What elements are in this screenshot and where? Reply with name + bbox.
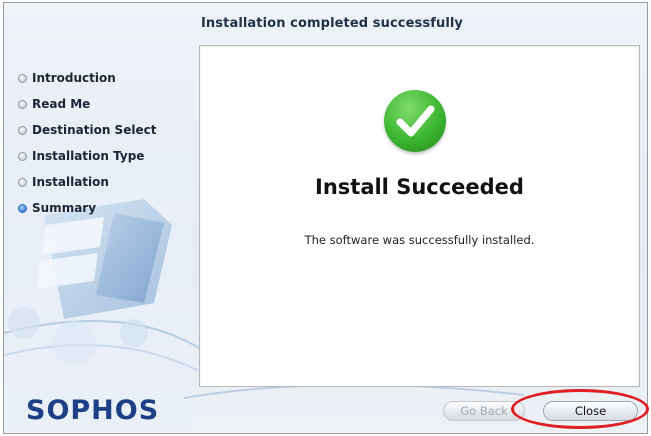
close-button[interactable]: Close: [543, 401, 638, 421]
sophos-logo: SOPHOS: [26, 395, 160, 426]
step-label: Installation: [32, 175, 109, 189]
step-bullet-icon: [18, 99, 27, 109]
step-label: Destination Select: [32, 123, 157, 137]
step-destination-select: Destination Select: [18, 117, 156, 143]
installer-steps-list: Introduction Read Me Destination Select …: [18, 65, 156, 221]
status-headline: Install Succeeded: [315, 175, 524, 199]
step-installation-type: Installation Type: [18, 143, 156, 169]
step-installation: Installation: [18, 169, 156, 195]
content-panel: Install Succeeded The software was succe…: [199, 45, 640, 387]
step-bullet-icon: [18, 177, 27, 187]
go-back-button[interactable]: Go Back: [443, 401, 525, 421]
step-read-me: Read Me: [18, 91, 156, 117]
step-label: Read Me: [32, 97, 91, 111]
step-bullet-icon: [18, 151, 27, 161]
step-label: Introduction: [32, 71, 116, 85]
step-bullet-icon: [18, 125, 27, 135]
step-bullet-active-icon: [18, 203, 27, 213]
installer-window: Installation completed successfully Intr…: [3, 2, 648, 434]
step-label: Installation Type: [32, 149, 145, 163]
window-header-title: Installation completed successfully: [201, 16, 464, 31]
step-bullet-icon: [18, 73, 27, 83]
step-introduction: Introduction: [18, 65, 156, 91]
step-label: Summary: [32, 201, 97, 215]
status-message: The software was successfully installed.: [304, 233, 535, 247]
checkmark-icon: [384, 90, 446, 152]
step-summary: Summary: [18, 195, 156, 221]
